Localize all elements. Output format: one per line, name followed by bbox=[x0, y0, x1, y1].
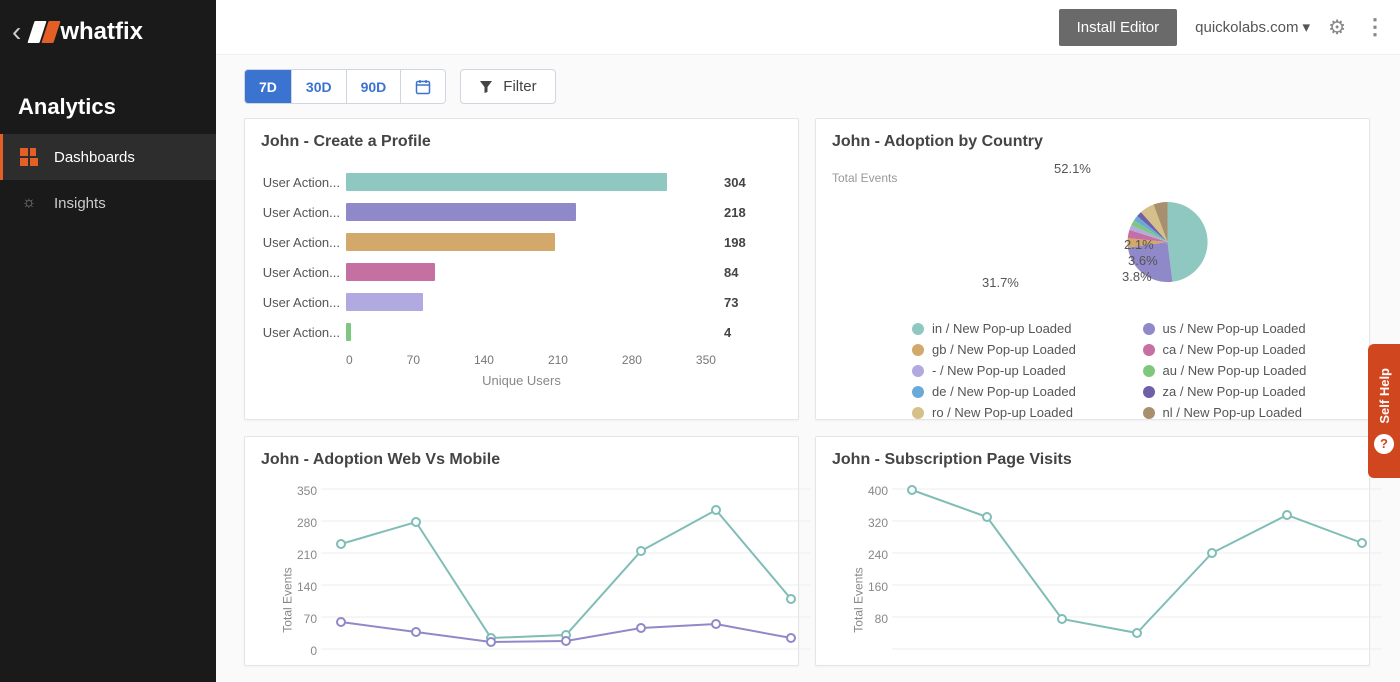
caret-down-icon: ▾ bbox=[1303, 18, 1311, 36]
pie-slice-label: 3.8% bbox=[1122, 269, 1152, 284]
card-title: John - Create a Profile bbox=[261, 133, 782, 151]
card-web-vs-mobile: John - Adoption Web Vs Mobile Total Even… bbox=[244, 436, 799, 666]
sidebar-item-dashboards[interactable]: Dashboards bbox=[0, 134, 216, 180]
topbar: Install Editor quickolabs.com ▾ ⚙ ⋮ bbox=[216, 0, 1400, 55]
filter-button[interactable]: Filter bbox=[460, 69, 555, 104]
calendar-icon bbox=[415, 79, 431, 95]
brand-logo[interactable]: whatfix bbox=[31, 18, 143, 46]
card-adoption-country: John - Adoption by Country Total Events bbox=[815, 118, 1370, 420]
bar-row: User Action...218 bbox=[261, 197, 782, 227]
card-title: John - Subscription Page Visits bbox=[832, 451, 1353, 469]
sidebar-item-label: Dashboards bbox=[54, 149, 135, 166]
x-axis-ticks: 070140210280350 bbox=[346, 347, 716, 367]
dashboard-icon bbox=[20, 148, 38, 166]
install-editor-button[interactable]: Install Editor bbox=[1059, 9, 1178, 46]
toolbar: 7D 30D 90D Filter bbox=[216, 55, 1400, 118]
pie-chart: 52.1% 31.7% 2.1% 3.6% 3.8% bbox=[952, 167, 1353, 307]
back-icon[interactable]: ‹ bbox=[12, 18, 21, 46]
self-help-label: Self Help bbox=[1377, 368, 1392, 424]
card-title: John - Adoption Web Vs Mobile bbox=[261, 451, 782, 469]
pie-slice-label: 2.1% bbox=[1124, 237, 1154, 252]
dashboard-grid: John - Create a Profile User Action...30… bbox=[216, 118, 1400, 666]
main-area: Install Editor quickolabs.com ▾ ⚙ ⋮ 7D 3… bbox=[216, 0, 1400, 682]
legend-item: gb / New Pop-up Loaded bbox=[912, 342, 1123, 357]
legend-item: us / New Pop-up Loaded bbox=[1143, 321, 1354, 336]
legend-item: za / New Pop-up Loaded bbox=[1143, 384, 1354, 399]
funnel-icon bbox=[479, 80, 493, 94]
legend-item: nl / New Pop-up Loaded bbox=[1143, 405, 1354, 420]
help-question-icon: ? bbox=[1374, 434, 1394, 454]
bar-row: User Action...84 bbox=[261, 257, 782, 287]
bar-row: User Action...73 bbox=[261, 287, 782, 317]
x-axis-label: Unique Users bbox=[261, 373, 782, 388]
line-chart: Total Events 350280210140700 bbox=[261, 485, 782, 660]
range-30d-button[interactable]: 30D bbox=[292, 70, 347, 103]
date-range-segmented: 7D 30D 90D bbox=[244, 69, 446, 104]
domain-selector[interactable]: quickolabs.com ▾ bbox=[1195, 18, 1310, 36]
logo-mark-icon bbox=[31, 21, 59, 43]
more-menu-icon[interactable]: ⋮ bbox=[1364, 14, 1386, 40]
legend-item: au / New Pop-up Loaded bbox=[1143, 363, 1354, 378]
legend-item: - / New Pop-up Loaded bbox=[912, 363, 1123, 378]
line-chart: Total Events 40032024016080 bbox=[832, 485, 1353, 660]
pie-slice-label: 31.7% bbox=[982, 275, 1019, 290]
y-axis-ticks: 350280210140700 bbox=[287, 485, 317, 677]
card-title: John - Adoption by Country bbox=[832, 133, 1353, 151]
calendar-button[interactable] bbox=[401, 70, 445, 103]
settings-gear-icon[interactable]: ⚙ bbox=[1328, 15, 1346, 40]
card-create-profile: John - Create a Profile User Action...30… bbox=[244, 118, 799, 420]
bar-chart: User Action...304 User Action...218 User… bbox=[261, 167, 782, 388]
filter-label: Filter bbox=[503, 78, 536, 95]
sidebar: ‹ whatfix Analytics Dashboards ☼ Insight… bbox=[0, 0, 216, 682]
range-7d-button[interactable]: 7D bbox=[245, 70, 292, 103]
sidebar-item-insights[interactable]: ☼ Insights bbox=[0, 180, 216, 226]
legend-item: ro / New Pop-up Loaded bbox=[912, 405, 1123, 420]
card-subscription-visits: John - Subscription Page Visits Total Ev… bbox=[815, 436, 1370, 666]
pie-slice-label: 52.1% bbox=[1054, 161, 1091, 176]
legend-item: de / New Pop-up Loaded bbox=[912, 384, 1123, 399]
domain-label: quickolabs.com bbox=[1195, 19, 1298, 36]
pie-meta-label: Total Events bbox=[832, 167, 952, 307]
y-axis-ticks: 40032024016080 bbox=[858, 485, 888, 677]
pie-slice-label: 3.6% bbox=[1128, 253, 1158, 268]
bar-row: User Action...4 bbox=[261, 317, 782, 347]
lightbulb-icon: ☼ bbox=[20, 194, 38, 212]
sidebar-item-label: Insights bbox=[54, 195, 106, 212]
bar-row: User Action...304 bbox=[261, 167, 782, 197]
self-help-tab[interactable]: Self Help ? bbox=[1368, 344, 1400, 478]
pie-legend: in / New Pop-up Loaded us / New Pop-up L… bbox=[832, 321, 1353, 420]
legend-item: in / New Pop-up Loaded bbox=[912, 321, 1123, 336]
bar-row: User Action...198 bbox=[261, 227, 782, 257]
legend-item: ca / New Pop-up Loaded bbox=[1143, 342, 1354, 357]
section-title: Analytics bbox=[0, 64, 216, 134]
range-90d-button[interactable]: 90D bbox=[347, 70, 402, 103]
